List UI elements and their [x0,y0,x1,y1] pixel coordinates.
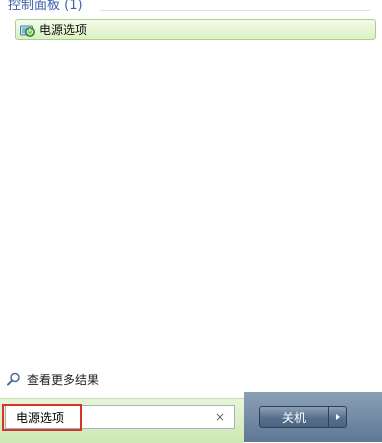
power-options-icon [19,22,35,38]
result-item-power-options[interactable]: 电源选项 [15,19,376,40]
search-input[interactable] [16,407,212,427]
group-header-label: 控制面板 (1) [8,0,83,13]
search-icon [6,371,22,387]
see-more-label: 查看更多结果 [27,372,100,387]
chevron-right-icon [334,410,342,424]
shutdown-label: 关机 [281,410,306,425]
clear-search-icon[interactable]: × [212,409,228,425]
shutdown-button[interactable]: 关机 [259,406,329,428]
shutdown-button-group: 关机 [259,406,347,428]
start-search-box[interactable]: × [5,405,235,429]
shutdown-options-button[interactable] [329,406,347,428]
result-item-label: 电源选项 [39,23,88,37]
search-results-pane: 控制面板 (1) 电源选项 查看更多结果 [0,0,382,398]
see-more-results-link[interactable]: 查看更多结果 [6,370,99,388]
group-header-control-panel[interactable]: 控制面板 (1) [8,0,83,13]
